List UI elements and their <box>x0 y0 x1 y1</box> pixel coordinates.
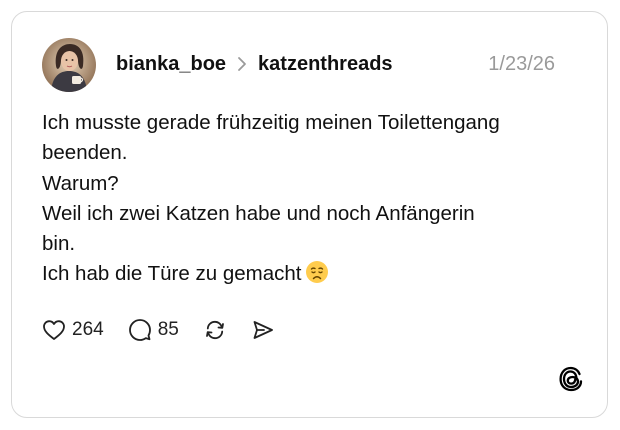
post-line-last: Ich hab die Türe zu gemacht <box>42 259 542 293</box>
share-icon <box>251 318 275 342</box>
heart-icon <box>42 319 66 341</box>
post-line: Ich musste gerade frühzeitig meinen Toil… <box>42 111 500 134</box>
like-count: 264 <box>72 319 104 340</box>
threads-logo-icon <box>556 364 586 394</box>
action-bar: 264 85 <box>42 315 275 345</box>
reply-count: 85 <box>157 319 179 340</box>
reply-button[interactable]: 85 <box>128 318 179 342</box>
repost-icon <box>203 318 227 342</box>
post-line: Weil ich zwei Katzen habe und noch Anfän… <box>42 201 475 225</box>
post-line: Warum? <box>42 171 119 195</box>
avatar[interactable] <box>42 38 96 92</box>
chevron-right-icon <box>236 56 248 72</box>
repost-button[interactable] <box>203 318 227 342</box>
community-link[interactable]: katzenthreads <box>258 53 393 76</box>
post-text: Ich musste gerade frühzeitig meinen Toil… <box>42 108 542 294</box>
username-link[interactable]: bianka_boe <box>116 53 226 76</box>
post-card: bianka_boe katzenthreads 1/23/26 Ich mus… <box>11 11 608 418</box>
like-button[interactable]: 264 <box>42 319 104 341</box>
post-header: bianka_boe katzenthreads <box>116 50 393 78</box>
post-date: 1/23/26 <box>488 53 555 75</box>
comment-icon <box>128 318 152 342</box>
post-line: Ich hab die Türe zu gemacht <box>42 262 302 286</box>
post-line: bin. <box>42 232 76 256</box>
tired-face-emoji-icon <box>305 260 329 293</box>
share-button[interactable] <box>251 318 275 342</box>
post-line: beenden. <box>42 141 128 165</box>
